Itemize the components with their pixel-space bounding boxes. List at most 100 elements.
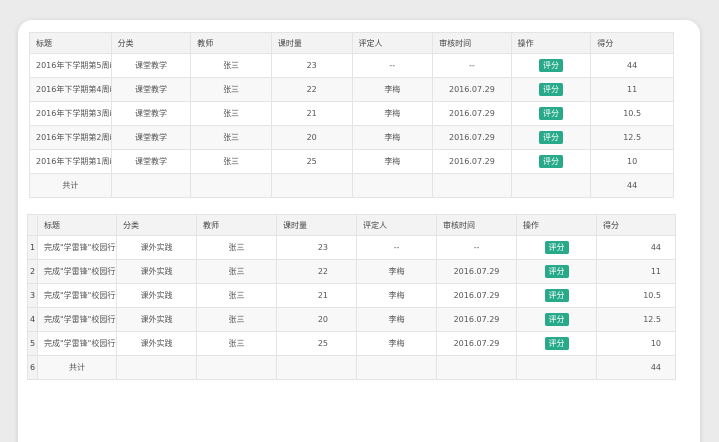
cell-category: 课外实践 xyxy=(116,283,197,308)
col-header-action[interactable]: 操作 xyxy=(510,32,592,54)
cell-review-time: 2016.07.29 xyxy=(436,307,517,332)
col-header-teacher[interactable]: 教师 xyxy=(196,214,277,236)
rate-button[interactable]: 评分 xyxy=(544,265,569,278)
cell-teacher: 张三 xyxy=(196,235,277,260)
cell-title: 完成"学雷锋"校园行动 xyxy=(37,235,117,260)
rate-button[interactable]: 评分 xyxy=(538,107,563,120)
cell-review-time: 2016.07.29 xyxy=(432,101,512,126)
rate-button[interactable]: 评分 xyxy=(538,155,563,168)
col-header-category[interactable]: 分类 xyxy=(110,32,192,54)
col-header-hours[interactable]: 课时量 xyxy=(270,32,353,54)
rate-button[interactable]: 评分 xyxy=(544,337,569,350)
empty-cell xyxy=(270,173,353,198)
cell-title: 完成"学雷锋"校园行动 xyxy=(37,307,117,332)
total-row: 6 共计 44 xyxy=(27,355,676,380)
cell-rater: 李梅 xyxy=(356,259,437,284)
col-header-teacher[interactable]: 教师 xyxy=(190,32,272,54)
col-header-index xyxy=(27,214,38,236)
table-row: 2016年下学期第4周i 课堂教学 张三 22 李梅 2016.07.29 评分… xyxy=(29,77,674,102)
table-row: 2016年下学期第3周i 课堂教学 张三 21 李梅 2016.07.29 评分… xyxy=(29,101,674,126)
table-row: 4 完成"学雷锋"校园行动 课外实践 张三 20 李梅 2016.07.29 评… xyxy=(27,307,676,332)
row-index: 1 xyxy=(27,235,38,260)
cell-hours: 23 xyxy=(270,53,353,78)
row-index: 2 xyxy=(27,259,38,284)
col-header-category[interactable]: 分类 xyxy=(116,214,197,236)
cell-teacher: 张三 xyxy=(196,331,277,356)
col-header-review-time[interactable]: 审核时间 xyxy=(436,214,517,236)
cell-title: 2016年下学期第2周i xyxy=(29,125,112,150)
table-row: 2016年下学期第5周i 课堂教学 张三 23 -- -- 评分 44 xyxy=(29,53,674,78)
cell-review-time: 2016.07.29 xyxy=(432,77,512,102)
col-header-score[interactable]: 得分 xyxy=(590,32,674,54)
course-teaching-table: 标题 分类 教师 课时量 评定人 审核时间 操作 得分 2016年下学期第5周i… xyxy=(29,32,674,198)
cell-hours: 22 xyxy=(276,259,357,284)
cell-rater: -- xyxy=(356,235,437,260)
col-header-title[interactable]: 标题 xyxy=(37,214,117,236)
empty-cell xyxy=(196,355,277,380)
cell-hours: 20 xyxy=(270,125,353,150)
col-header-action[interactable]: 操作 xyxy=(516,214,597,236)
table-row: 2016年下学期第2周i 课堂教学 张三 20 李梅 2016.07.29 评分… xyxy=(29,125,674,150)
cell-score: 12.5 xyxy=(596,307,676,332)
cell-rater: 李梅 xyxy=(356,283,437,308)
total-label: 共计 xyxy=(37,355,117,380)
col-header-rater[interactable]: 评定人 xyxy=(351,32,434,54)
total-row: 共计 44 xyxy=(29,173,674,198)
cell-action: 评分 xyxy=(516,235,597,260)
empty-cell xyxy=(432,173,512,198)
empty-cell xyxy=(190,173,272,198)
col-header-rater[interactable]: 评定人 xyxy=(356,214,437,236)
cell-category: 课外实践 xyxy=(116,259,197,284)
row-index: 4 xyxy=(27,307,38,332)
empty-cell xyxy=(436,355,517,380)
col-header-title[interactable]: 标题 xyxy=(29,32,112,54)
empty-cell xyxy=(351,173,434,198)
cell-score: 11 xyxy=(596,259,676,284)
cell-teacher: 张三 xyxy=(196,307,277,332)
cell-title: 完成"学雷锋"校园行动 xyxy=(37,283,117,308)
table-row: 3 完成"学雷锋"校园行动 课外实践 张三 21 李梅 2016.07.29 评… xyxy=(27,283,676,308)
empty-cell xyxy=(116,355,197,380)
cell-teacher: 张三 xyxy=(190,101,272,126)
cell-category: 课堂教学 xyxy=(110,125,192,150)
cell-review-time: 2016.07.29 xyxy=(436,259,517,284)
cell-category: 课堂教学 xyxy=(110,53,192,78)
col-header-review-time[interactable]: 审核时间 xyxy=(432,32,512,54)
cell-teacher: 张三 xyxy=(190,77,272,102)
cell-action: 评分 xyxy=(510,149,592,174)
cell-teacher: 张三 xyxy=(190,125,272,150)
rate-button[interactable]: 评分 xyxy=(544,241,569,254)
cell-rater: 李梅 xyxy=(356,307,437,332)
rate-button[interactable]: 评分 xyxy=(544,289,569,302)
cell-action: 评分 xyxy=(510,125,592,150)
cell-title: 2016年下学期第5周i xyxy=(29,53,112,78)
cell-title: 2016年下学期第4周i xyxy=(29,77,112,102)
rate-button[interactable]: 评分 xyxy=(538,131,563,144)
cell-category: 课外实践 xyxy=(116,331,197,356)
rate-button[interactable]: 评分 xyxy=(538,83,563,96)
cell-teacher: 张三 xyxy=(190,149,272,174)
rate-button[interactable]: 评分 xyxy=(538,59,563,72)
cell-category: 课外实践 xyxy=(116,235,197,260)
empty-cell xyxy=(110,173,192,198)
cell-hours: 25 xyxy=(270,149,353,174)
table-header-row: 标题 分类 教师 课时量 评定人 审核时间 操作 得分 xyxy=(27,214,676,236)
cell-rater: 李梅 xyxy=(351,149,434,174)
cell-hours: 23 xyxy=(276,235,357,260)
cell-action: 评分 xyxy=(516,331,597,356)
cell-action: 评分 xyxy=(516,259,597,284)
cell-score: 44 xyxy=(590,53,674,78)
cell-title: 完成"学雷锋"校园行动 xyxy=(37,331,117,356)
cell-hours: 20 xyxy=(276,307,357,332)
cell-title: 2016年下学期第3周i xyxy=(29,101,112,126)
rate-button[interactable]: 评分 xyxy=(544,313,569,326)
cell-category: 课堂教学 xyxy=(110,77,192,102)
cell-review-time: -- xyxy=(436,235,517,260)
col-header-hours[interactable]: 课时量 xyxy=(276,214,357,236)
empty-cell xyxy=(276,355,357,380)
col-header-score[interactable]: 得分 xyxy=(596,214,676,236)
cell-rater: 李梅 xyxy=(351,77,434,102)
cell-rater: 李梅 xyxy=(351,101,434,126)
table-header-row: 标题 分类 教师 课时量 评定人 审核时间 操作 得分 xyxy=(29,32,674,54)
cell-teacher: 张三 xyxy=(196,259,277,284)
